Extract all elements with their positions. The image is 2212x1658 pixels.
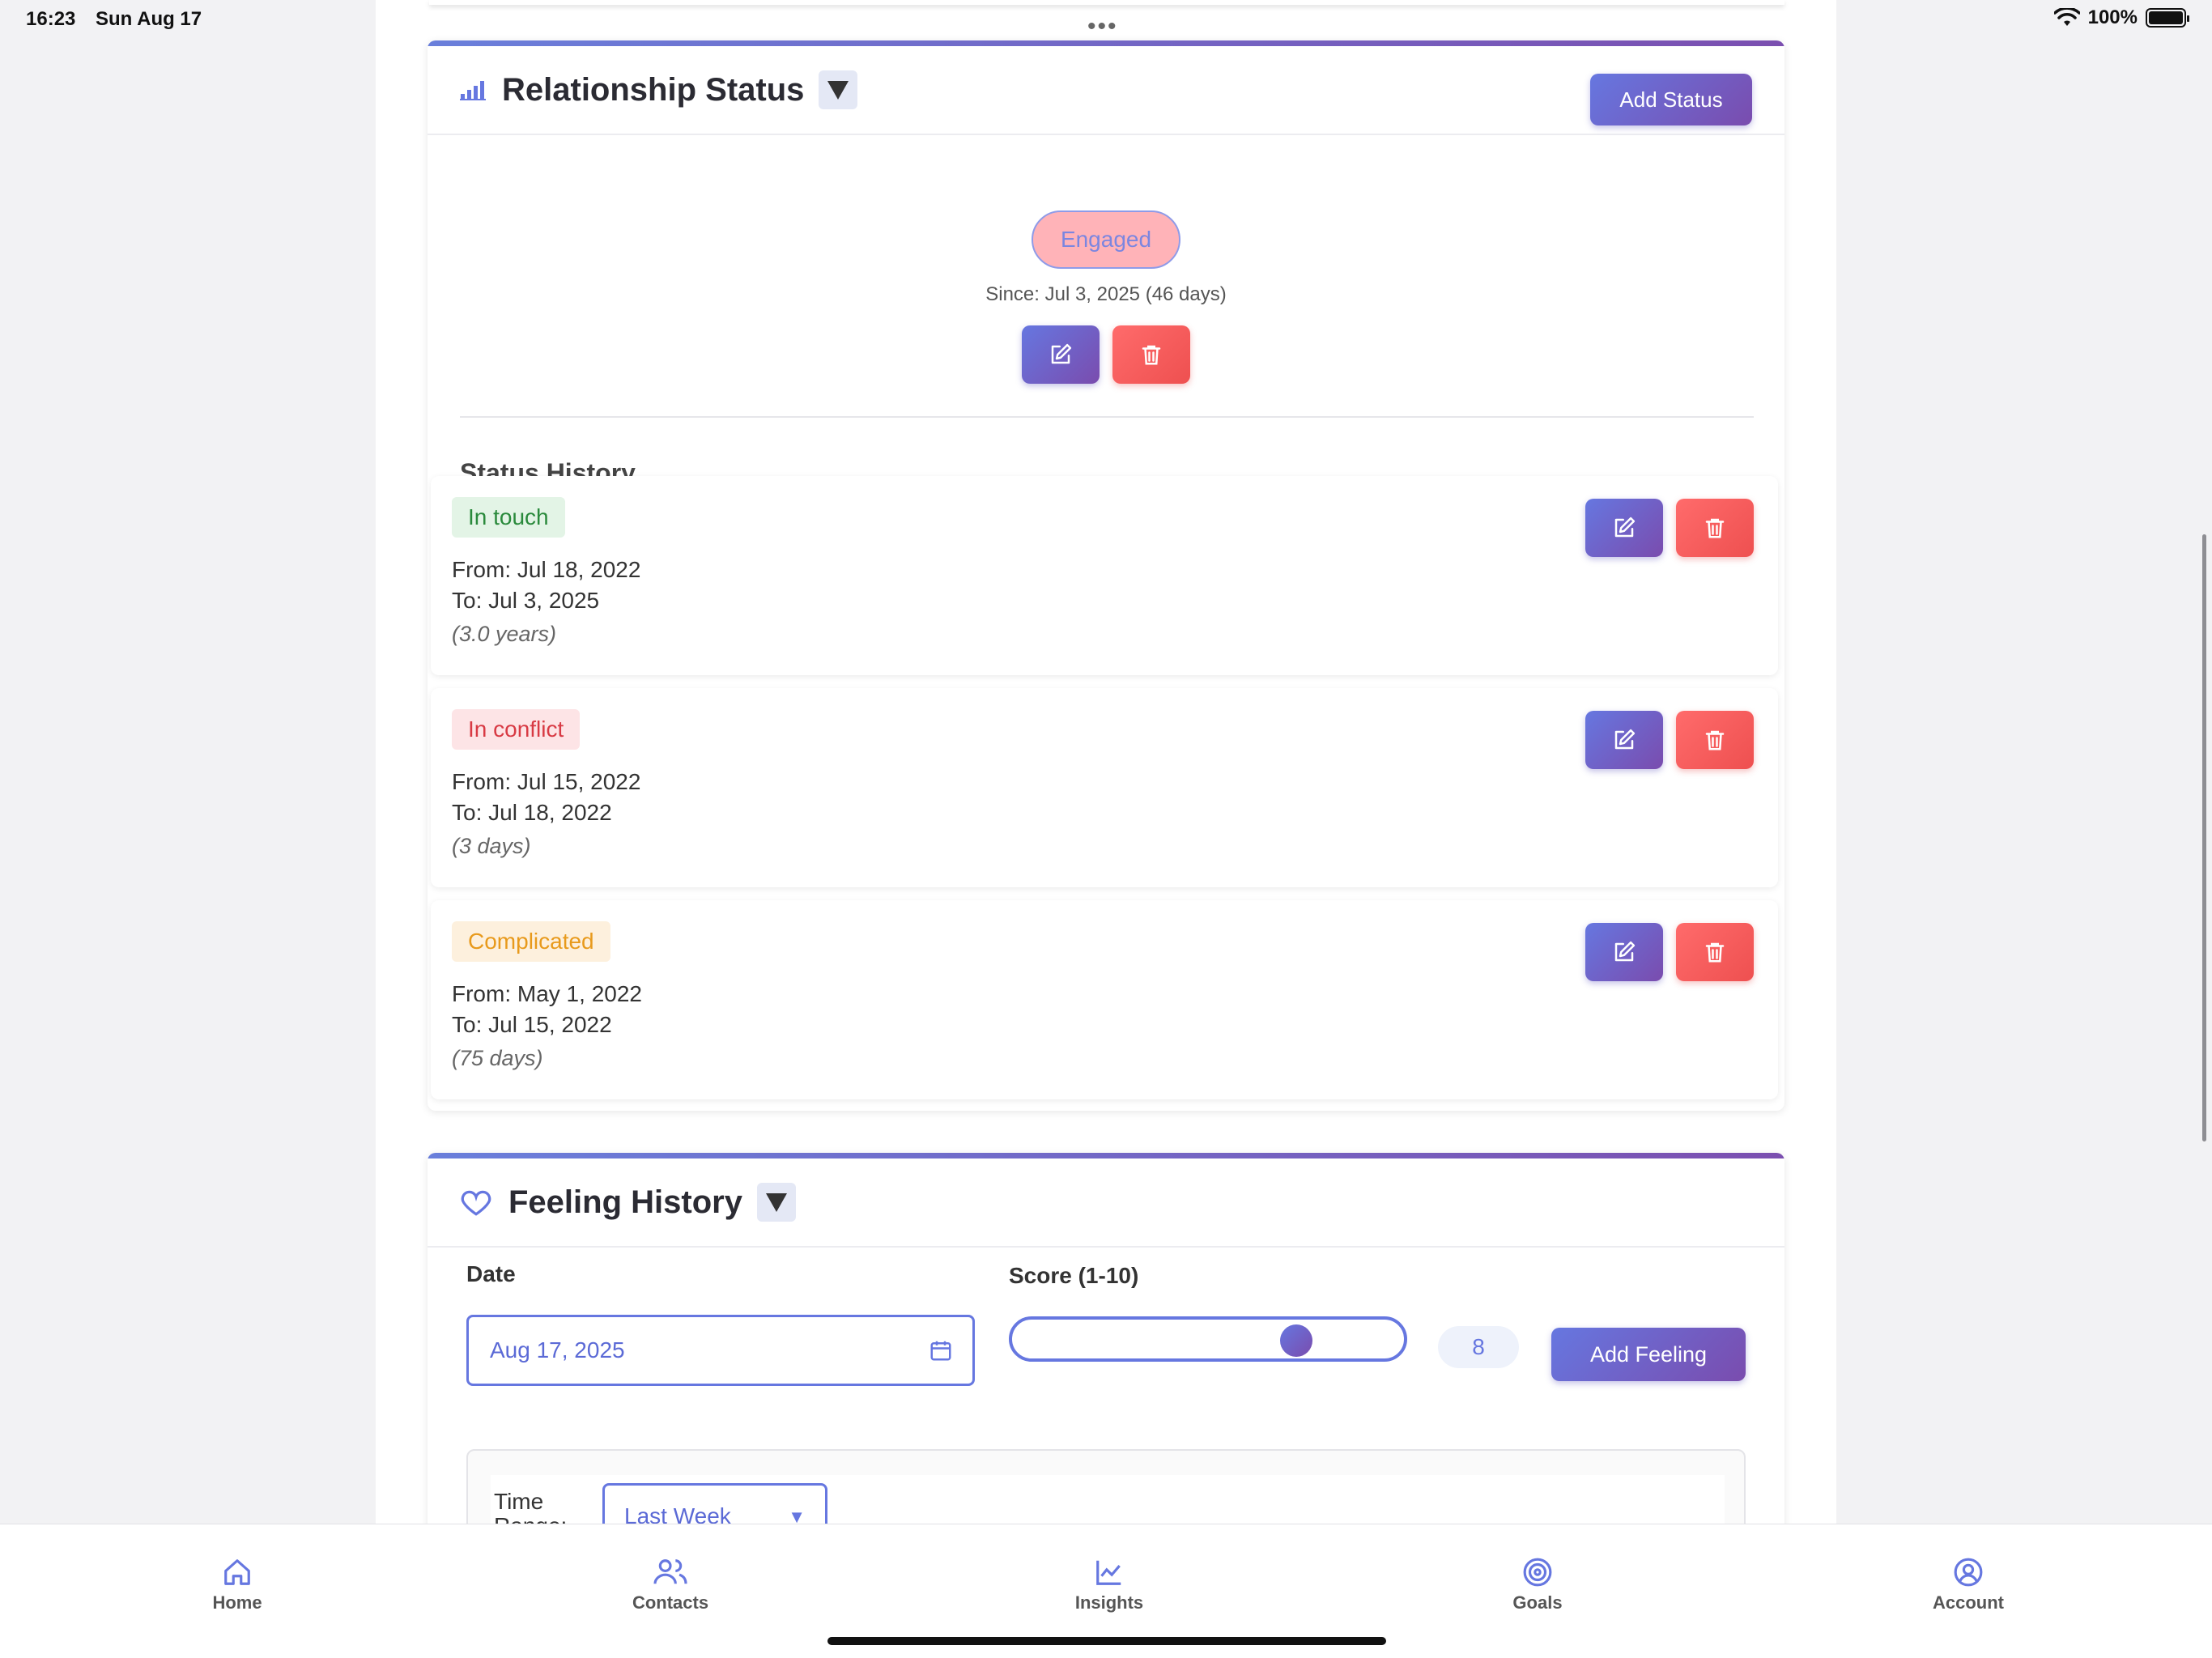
relationship-status-title: Relationship Status <box>502 71 805 108</box>
edit-current-status-button[interactable] <box>1022 325 1100 384</box>
home-icon <box>224 1559 250 1585</box>
signal-bars-icon <box>460 81 486 100</box>
edit-history-button[interactable] <box>1585 711 1663 769</box>
trash-icon <box>1705 730 1725 750</box>
scrollbar[interactable] <box>2202 534 2206 1141</box>
delete-current-status-button[interactable] <box>1112 325 1190 384</box>
history-duration: (3 days) <box>452 834 531 858</box>
contacts-icon <box>653 1559 687 1584</box>
tab-label: Contacts <box>632 1592 709 1613</box>
more-dots-icon[interactable]: ••• <box>1087 13 1118 40</box>
status-date: Sun Aug 17 <box>96 8 202 30</box>
history-duration: (3.0 years) <box>452 622 557 646</box>
tab-insights[interactable]: Insights <box>1044 1524 1174 1613</box>
edit-history-button[interactable] <box>1585 499 1663 557</box>
feeling-history-header: Feeling History <box>428 1158 1784 1248</box>
score-slider[interactable] <box>1009 1316 1407 1362</box>
edit-history-button[interactable] <box>1585 923 1663 981</box>
edit-icon <box>1614 941 1636 962</box>
history-from: From: Jul 15, 2022 <box>452 769 641 794</box>
tab-contacts[interactable]: Contacts <box>606 1524 735 1613</box>
battery-percent: 100% <box>2087 6 2138 28</box>
collapse-toggle[interactable] <box>819 70 858 109</box>
trash-icon <box>1705 942 1725 963</box>
tab-label: Account <box>1933 1592 2004 1613</box>
card-accent-bar <box>428 40 1784 46</box>
score-value: 8 <box>1438 1326 1519 1368</box>
status-history-item: In touch From: Jul 18, 2022 To: Jul 3, 2… <box>431 476 1778 675</box>
date-input-value: Aug 17, 2025 <box>490 1337 625 1363</box>
edit-icon <box>1614 517 1636 538</box>
date-input[interactable]: Aug 17, 2025 <box>466 1315 975 1386</box>
trash-icon <box>1142 345 1161 365</box>
tab-label: Insights <box>1074 1592 1144 1613</box>
tab-home[interactable]: Home <box>186 1524 288 1613</box>
history-from: From: May 1, 2022 <box>452 981 642 1006</box>
triangle-down-icon <box>827 81 849 100</box>
tab-goals[interactable]: Goals <box>1487 1524 1589 1613</box>
wifi-icon <box>2053 8 2080 26</box>
history-to: To: Jul 3, 2025 <box>452 588 600 613</box>
history-status-badge: In touch <box>452 497 565 538</box>
section-divider <box>460 416 1754 418</box>
status-history-item: In conflict From: Jul 15, 2022 To: Jul 1… <box>431 688 1778 887</box>
date-label: Date <box>466 1261 516 1286</box>
current-status-since: Since: Jul 3, 2025 (46 days) <box>985 283 1227 305</box>
trash-icon <box>1705 518 1725 538</box>
calendar-icon <box>930 1341 951 1361</box>
tab-label: Goals <box>1512 1592 1563 1613</box>
delete-history-button[interactable] <box>1676 923 1754 981</box>
history-to: To: Jul 18, 2022 <box>452 800 612 825</box>
status-history-item: Complicated From: May 1, 2022 To: Jul 15… <box>431 900 1778 1099</box>
history-status-badge: Complicated <box>452 921 610 962</box>
add-feeling-button[interactable]: Add Feeling <box>1551 1328 1746 1381</box>
edit-icon <box>1614 729 1636 750</box>
collapse-toggle[interactable] <box>756 1183 796 1222</box>
edit-icon <box>1051 343 1072 364</box>
score-slider-thumb[interactable] <box>1280 1324 1312 1357</box>
relationship-status-card: Relationship Status Add Status Engaged S… <box>428 40 1784 1111</box>
history-from: From: Jul 18, 2022 <box>452 557 641 582</box>
home-indicator[interactable] <box>827 1637 1386 1645</box>
feeling-history-title: Feeling History <box>508 1184 742 1220</box>
delete-history-button[interactable] <box>1676 499 1754 557</box>
heart-icon <box>461 1190 491 1216</box>
add-status-button[interactable]: Add Status <box>1590 74 1752 125</box>
status-time: 16:23 <box>26 8 76 30</box>
history-to: To: Jul 15, 2022 <box>452 1012 612 1037</box>
goals-icon <box>1523 1558 1552 1587</box>
triangle-down-icon <box>765 1193 787 1212</box>
status-indicators: 100% <box>2053 6 2189 29</box>
score-label: Score (1-10) <box>1009 1263 1139 1288</box>
battery-icon <box>2146 8 2189 28</box>
relationship-status-header: Relationship Status Add Status <box>428 46 1784 135</box>
history-duration: (75 days) <box>452 1046 543 1070</box>
tab-account[interactable]: Account <box>1908 1524 2029 1613</box>
previous-card-edge <box>429 0 1784 5</box>
card-accent-bar <box>428 1153 1784 1158</box>
feeling-history-card: Feeling History Date Aug 17, 2025 Score … <box>428 1153 1784 1541</box>
tab-label: Home <box>212 1592 262 1613</box>
delete-history-button[interactable] <box>1676 711 1754 769</box>
account-icon <box>1954 1558 1983 1587</box>
history-status-badge: In conflict <box>452 709 581 750</box>
insights-icon <box>1096 1560 1121 1585</box>
current-status-badge: Engaged <box>1032 210 1180 269</box>
